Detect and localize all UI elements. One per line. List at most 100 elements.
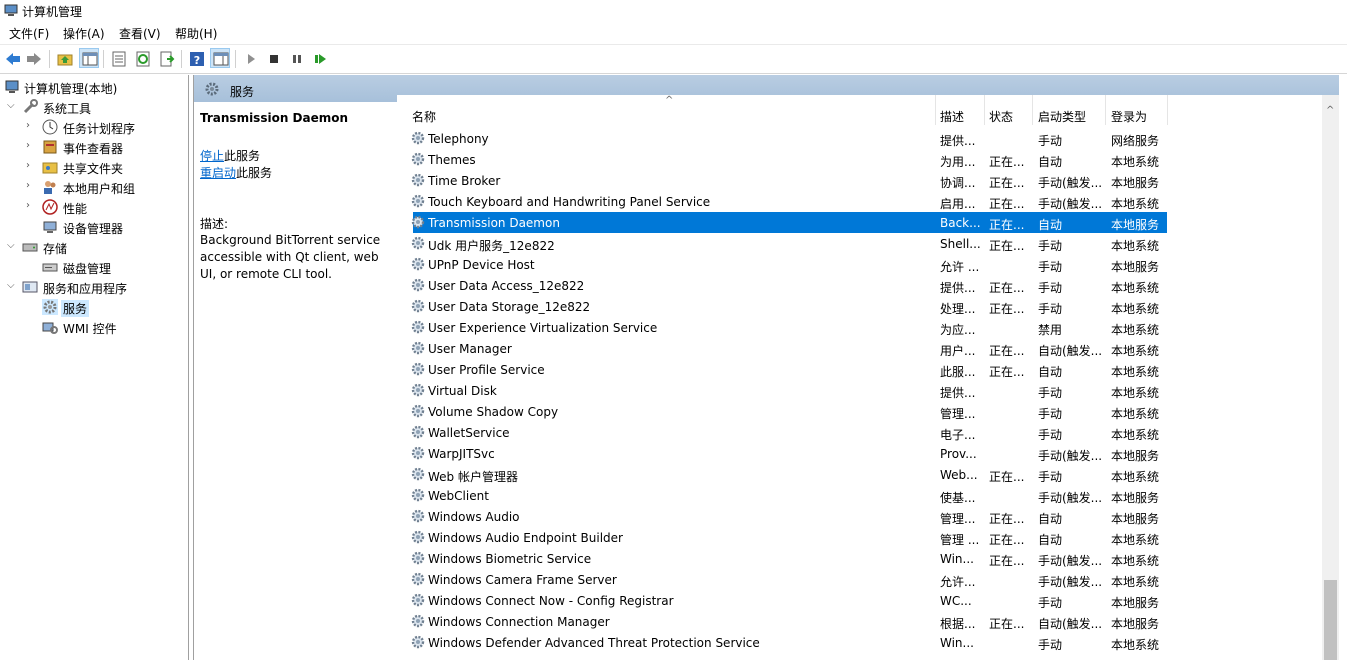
- show-hide-tree-button[interactable]: [79, 48, 99, 68]
- column-divider[interactable]: [1105, 95, 1106, 125]
- service-description: 根据...: [940, 617, 976, 631]
- service-row[interactable]: User Data Storage_12e822 处理... 正在... 手动 本地系统: [397, 296, 1167, 317]
- stop-service-button[interactable]: [264, 49, 284, 69]
- properties-icon: [112, 51, 126, 67]
- forward-arrow-icon: [27, 53, 41, 65]
- menu-file[interactable]: 文件(F): [9, 25, 49, 42]
- service-row[interactable]: Volume Shadow Copy 管理... 手动 本地系统: [397, 401, 1167, 422]
- scroll-up-icon[interactable]: ^: [1326, 105, 1334, 116]
- menu-action[interactable]: 操作(A): [63, 25, 105, 42]
- restart-service-button[interactable]: [310, 49, 330, 69]
- start-service-button[interactable]: [241, 49, 261, 69]
- column-divider[interactable]: [1167, 95, 1168, 125]
- expand-chevron-icon[interactable]: ›: [26, 160, 36, 172]
- service-logon-as: 本地系统: [1111, 575, 1160, 589]
- back-button[interactable]: [3, 49, 23, 69]
- service-row[interactable]: Virtual Disk 提供... 手动 本地系统: [397, 380, 1167, 401]
- service-gear-icon: [410, 151, 426, 167]
- scrollbar-thumb[interactable]: [1324, 580, 1337, 660]
- service-row[interactable]: WalletService 电子... 手动 本地系统: [397, 422, 1167, 443]
- service-row[interactable]: Transmission Daemon Back... 正在... 自动 本地服务: [397, 212, 1167, 233]
- expand-chevron-icon[interactable]: ›: [26, 140, 36, 152]
- service-startup-type: 手动: [1038, 239, 1063, 253]
- service-row[interactable]: Windows Defender Advanced Threat Protect…: [397, 632, 1167, 653]
- up-level-button[interactable]: [55, 49, 75, 69]
- service-logon-as: 本地服务: [1111, 260, 1160, 274]
- service-row[interactable]: Udk 用户服务_12e822 Shell... 正在... 手动 本地系统: [397, 233, 1167, 254]
- menu-view[interactable]: 查看(V): [119, 25, 161, 42]
- service-row[interactable]: Themes 为用... 正在... 自动 本地系统: [397, 149, 1167, 170]
- help-button[interactable]: ?: [187, 49, 207, 69]
- vertical-scrollbar[interactable]: ^: [1322, 95, 1339, 660]
- service-description: 提供...: [940, 386, 976, 400]
- export-icon: [160, 51, 175, 67]
- refresh-button[interactable]: [133, 49, 153, 69]
- service-row[interactable]: Time Broker 协调... 正在... 手动(触发... 本地服务: [397, 170, 1167, 191]
- column-startup-type-header[interactable]: 启动类型: [1038, 108, 1086, 125]
- shared-folders-icon: [42, 162, 58, 174]
- service-row[interactable]: Windows Connection Manager 根据... 正在... 自动(触…: [397, 611, 1167, 632]
- service-row[interactable]: Telephony 提供... 手动 网络服务: [397, 128, 1167, 149]
- service-status: 正在...: [989, 470, 1025, 484]
- service-status: 正在...: [989, 197, 1025, 211]
- expand-chevron-icon[interactable]: ›: [26, 120, 36, 132]
- service-description: Win...: [940, 552, 974, 566]
- service-row[interactable]: Windows Camera Frame Server 允许... 手动(触发...…: [397, 569, 1167, 590]
- service-gear-icon: [410, 193, 426, 209]
- collapse-chevron-icon[interactable]: ⌵: [7, 100, 17, 112]
- expand-chevron-icon[interactable]: ›: [26, 180, 36, 192]
- service-row[interactable]: Windows Connect Now - Config Registrar WC…: [397, 590, 1167, 611]
- stop-service-link[interactable]: 停止: [200, 149, 224, 163]
- restart-service-link[interactable]: 重启动: [200, 166, 236, 180]
- service-name: Windows Connect Now - Config Registrar: [428, 594, 674, 608]
- service-name: User Profile Service: [428, 363, 545, 377]
- service-row[interactable]: WebClient 使基... 手动(触发... 本地服务: [397, 485, 1167, 506]
- service-name: Windows Audio: [428, 510, 520, 524]
- service-row[interactable]: User Manager 用户... 正在... 自动(触发... 本地系统: [397, 338, 1167, 359]
- service-row[interactable]: Windows Audio Endpoint Builder 管理 ... 正在..…: [397, 527, 1167, 548]
- service-name: Volume Shadow Copy: [428, 405, 559, 419]
- column-divider[interactable]: [935, 95, 936, 125]
- service-name: Windows Audio Endpoint Builder: [428, 531, 623, 545]
- restart-icon: [315, 54, 326, 64]
- column-logon-as-header[interactable]: 登录为: [1111, 108, 1147, 125]
- column-status-header[interactable]: 状态: [989, 108, 1013, 125]
- selected-service-name: Transmission Daemon: [200, 111, 349, 125]
- service-status: 正在...: [989, 218, 1025, 232]
- service-status: 正在...: [989, 512, 1025, 526]
- service-startup-type: 自动(触发...: [1038, 344, 1103, 358]
- service-row[interactable]: Touch Keyboard and Handwriting Panel Ser…: [397, 191, 1167, 212]
- menu-help[interactable]: 帮助(H): [175, 25, 217, 42]
- service-row[interactable]: WarpJITSvc Prov... 手动(触发... 本地服务: [397, 443, 1167, 464]
- export-list-button[interactable]: [157, 49, 177, 69]
- service-row[interactable]: Windows Audio 管理... 正在... 自动 本地服务: [397, 506, 1167, 527]
- column-divider[interactable]: [984, 95, 985, 125]
- service-status: 正在...: [989, 617, 1025, 631]
- service-gear-icon: [410, 592, 426, 608]
- column-divider[interactable]: [1032, 95, 1033, 125]
- collapse-chevron-icon[interactable]: ⌵: [7, 240, 17, 252]
- service-row[interactable]: User Experience Virtualization Service 为应…: [397, 317, 1167, 338]
- tree-label: 服务: [61, 300, 90, 317]
- service-logon-as: 本地服务: [1111, 218, 1160, 232]
- pause-service-button[interactable]: [287, 49, 307, 69]
- column-name-header[interactable]: 名称: [412, 108, 436, 125]
- properties-button[interactable]: [109, 49, 129, 69]
- service-row[interactable]: User Data Access_12e822 提供... 正在... 手动 本地系统: [397, 275, 1167, 296]
- action-pane-button[interactable]: [210, 48, 230, 68]
- service-row[interactable]: Windows Biometric Service Win... 正在... 手动(触…: [397, 548, 1167, 569]
- service-row[interactable]: Web 帐户管理器 Web... 正在... 手动 本地系统: [397, 464, 1167, 485]
- storage-icon: [22, 243, 38, 252]
- refresh-icon: [136, 51, 150, 67]
- tree-label: 服务和应用程序: [43, 282, 128, 296]
- service-logon-as: 本地系统: [1111, 428, 1160, 442]
- service-row[interactable]: User Profile Service 此服... 正在... 自动 本地系统: [397, 359, 1167, 380]
- service-name: Virtual Disk: [428, 384, 497, 398]
- service-row[interactable]: UPnP Device Host 允许 ... 手动 本地服务: [397, 254, 1167, 275]
- column-description-header[interactable]: 描述: [940, 108, 964, 125]
- system-tools-icon: [23, 99, 38, 114]
- service-gear-icon: [410, 466, 426, 482]
- expand-chevron-icon[interactable]: ›: [26, 200, 36, 212]
- forward-button[interactable]: [24, 49, 44, 69]
- collapse-chevron-icon[interactable]: ⌵: [7, 280, 17, 292]
